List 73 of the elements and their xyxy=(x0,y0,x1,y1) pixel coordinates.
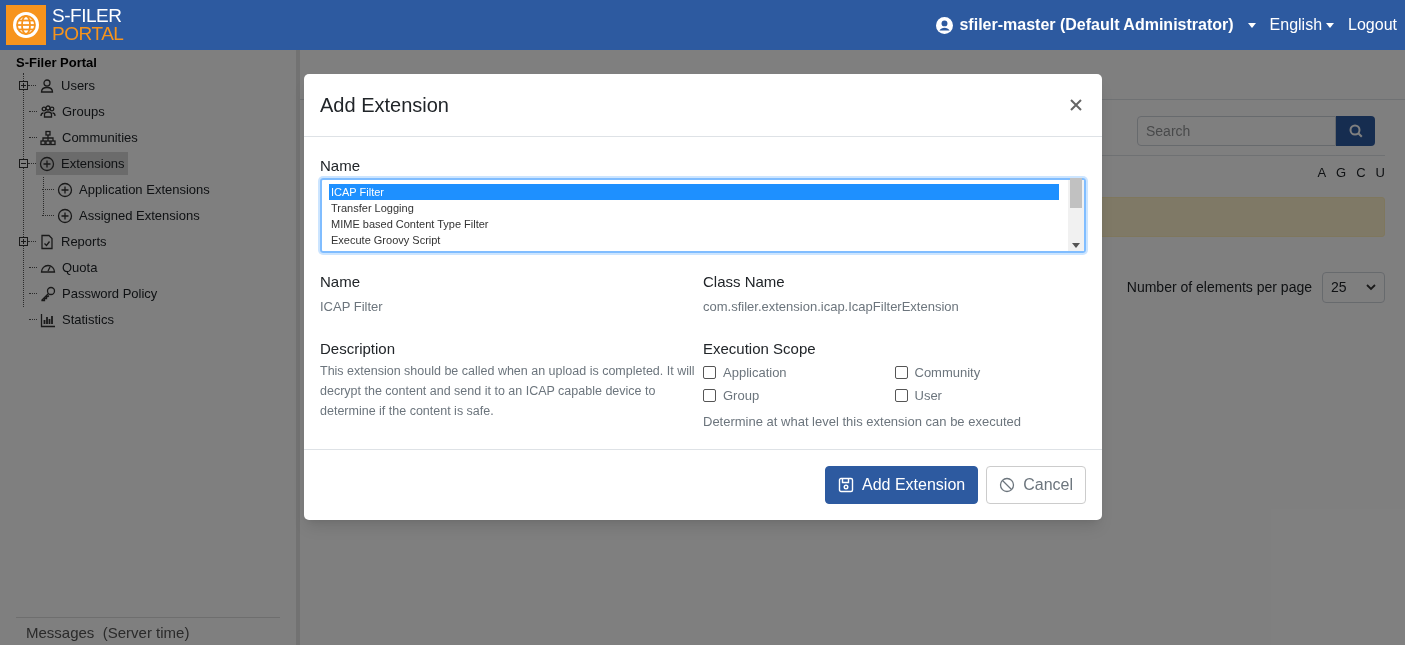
field-label: Execution Scope xyxy=(703,339,817,358)
checkbox-label: User xyxy=(914,387,942,405)
tree-item[interactable]: Quota xyxy=(37,255,101,280)
scroll-down-icon[interactable] xyxy=(1072,243,1080,248)
expand-toggle[interactable] xyxy=(19,237,28,246)
letter-filter-link[interactable]: A xyxy=(1317,163,1327,183)
cancel-icon xyxy=(999,477,1016,493)
list-option[interactable]: Transfer Logging xyxy=(329,200,1059,216)
tree-item[interactable]: Extensions xyxy=(36,151,128,176)
search-button[interactable] xyxy=(1336,116,1375,146)
user-menu[interactable]: sfiler-master (Default Administrator) xyxy=(936,13,1256,37)
field-value: com.sfiler.extension.icap.IcapFilterExtension xyxy=(703,298,960,316)
checkbox[interactable] xyxy=(703,365,716,379)
user-circle-icon xyxy=(936,16,954,34)
letter-filter-link[interactable]: C xyxy=(1356,163,1366,183)
checkbox[interactable] xyxy=(894,389,908,403)
tree-item[interactable]: Reports xyxy=(36,229,110,254)
per-page-label: Number of elements per page xyxy=(1126,277,1312,297)
collapse-toggle[interactable] xyxy=(19,159,28,168)
help-text: Determine at what level this extension can be executed xyxy=(703,412,1022,431)
description-text: This extension should be called when an upload is completed. It will decrypt the content and send it to an ICAP capable device to determine if the content is safe. xyxy=(320,362,696,420)
people-icon xyxy=(40,103,56,120)
field-label: Class Name xyxy=(703,273,786,291)
plus-circle-icon xyxy=(39,155,55,172)
logout-link[interactable]: Logout xyxy=(1348,13,1397,37)
sidebar-title: S-Filer Portal xyxy=(16,54,98,72)
key-icon xyxy=(40,285,56,302)
checkbox-label: Community xyxy=(914,363,981,382)
panel-title: Messages (Server time) xyxy=(26,624,191,642)
tree-item[interactable]: Statistics xyxy=(37,307,117,332)
document-check-icon xyxy=(39,233,55,250)
letter-filter-link[interactable]: G xyxy=(1336,163,1347,183)
field-label: Name xyxy=(320,157,361,175)
tree-item[interactable]: Groups xyxy=(37,99,108,124)
logo-text: S-FILER xyxy=(52,7,123,25)
checkbox-label: Group xyxy=(723,387,760,405)
scrollbar[interactable] xyxy=(1068,180,1084,251)
user-icon xyxy=(39,77,55,94)
list-option[interactable]: Execute Groovy Script xyxy=(329,232,1059,248)
close-icon xyxy=(1070,99,1082,111)
checkbox[interactable] xyxy=(894,365,908,379)
field-label: Description xyxy=(320,339,397,358)
bar-chart-icon xyxy=(40,311,56,328)
plus-circle-icon xyxy=(57,207,73,224)
save-icon xyxy=(838,477,854,493)
per-page-select[interactable]: 25 xyxy=(1322,271,1385,303)
list-option[interactable]: ICAP Filter xyxy=(329,184,1059,200)
add-extension-button[interactable]: Add Extension xyxy=(825,466,979,504)
tree-item[interactable]: Application Extensions xyxy=(54,177,213,202)
caret-icon xyxy=(1247,22,1256,28)
language-menu[interactable]: English xyxy=(1269,13,1335,37)
list-option[interactable]: MIME based Content Type Filter xyxy=(329,216,1059,232)
logo-text: PORTAL xyxy=(52,25,124,43)
tree-item[interactable]: Assigned Extensions xyxy=(54,203,203,228)
dialog-title: Add Extension xyxy=(320,93,449,118)
search-icon xyxy=(1348,124,1363,138)
globe-logo-icon xyxy=(6,5,46,45)
letter-filter-link[interactable]: U xyxy=(1375,163,1385,183)
tree-item[interactable]: Communities xyxy=(37,125,141,150)
tree-item[interactable]: Password Policy xyxy=(37,281,161,306)
expand-toggle[interactable] xyxy=(19,81,28,90)
field-label: Name xyxy=(320,273,361,291)
cancel-button[interactable]: Cancel xyxy=(986,466,1086,504)
checkbox-label: Application xyxy=(723,363,787,382)
caret-icon xyxy=(1326,22,1335,28)
field-value: ICAP Filter xyxy=(320,298,384,316)
close-button[interactable] xyxy=(1068,97,1084,113)
hierarchy-icon xyxy=(40,129,56,146)
tree-item[interactable]: Users xyxy=(36,73,98,98)
extension-listbox[interactable]: ICAP Filter Transfer Logging MIME based Content Type Filter Execute Groovy Script xyxy=(320,178,1086,253)
chevron-down-icon xyxy=(1366,283,1376,291)
plus-circle-icon xyxy=(57,181,73,198)
checkbox[interactable] xyxy=(703,389,716,403)
